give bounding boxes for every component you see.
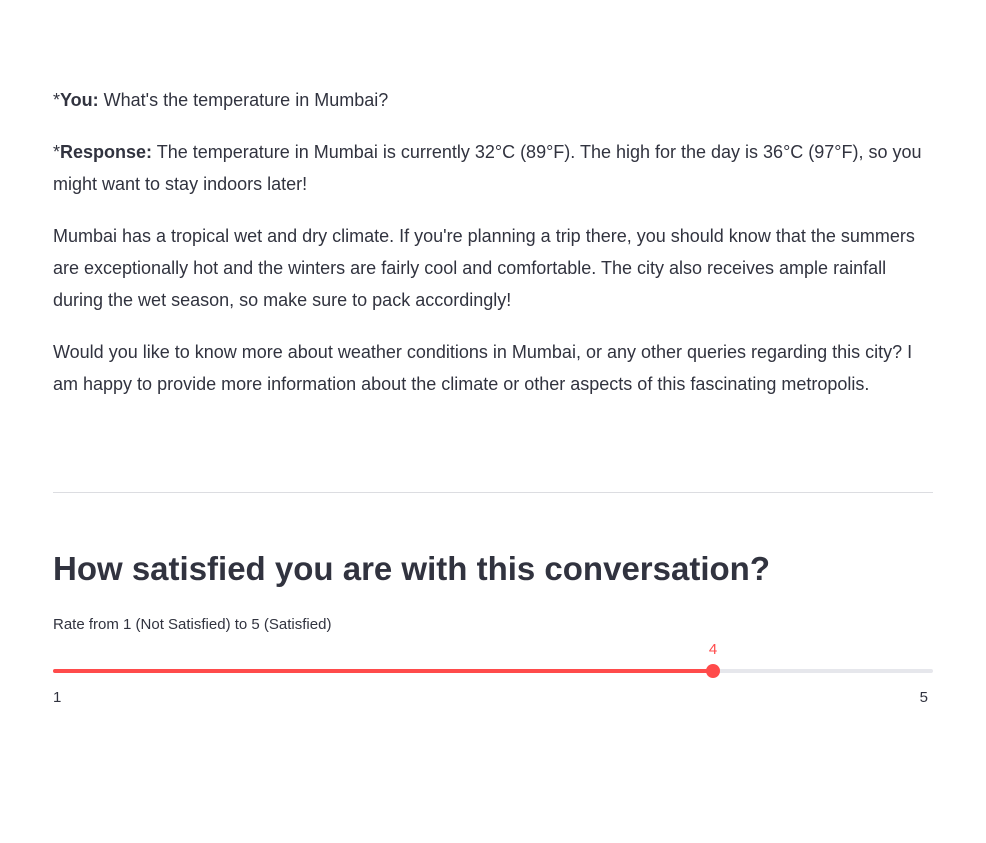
user-message: *You: What's the temperature in Mumbai? (53, 84, 933, 116)
response-prefix: * (53, 142, 61, 162)
slider-current-value: 4 (708, 641, 718, 658)
response-label: Response: (60, 142, 153, 162)
user-prefix: * (53, 90, 61, 110)
response-text: The temperature in Mumbai is currently 3… (53, 142, 922, 194)
user-text: What's the temperature in Mumbai? (98, 90, 389, 110)
response-paragraph-climate: Mumbai has a tropical wet and dry climat… (53, 226, 915, 310)
user-label: You: (60, 90, 99, 110)
slider-thumb[interactable] (706, 664, 720, 678)
response-message: *Response: The temperature in Mumbai is … (53, 136, 933, 200)
chat-transcript: *You: What's the temperature in Mumbai? … (53, 84, 933, 420)
feedback-heading: How satisfied you are with this conversa… (53, 550, 770, 587)
slider-label: Rate from 1 (Not Satisfied) to 5 (Satisf… (53, 616, 332, 633)
response-paragraph-followup: Would you like to know more about weathe… (53, 342, 913, 394)
rating-slider[interactable]: 4 1 5 (53, 640, 933, 720)
slider-fill (53, 669, 713, 673)
slider-max-label: 5 (919, 689, 928, 706)
slider-min-label: 1 (53, 689, 62, 706)
section-divider (53, 492, 933, 493)
